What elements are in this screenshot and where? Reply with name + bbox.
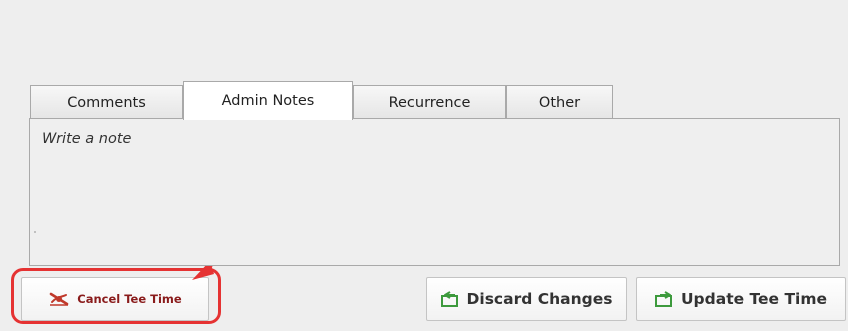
tab-recurrence-label: Recurrence xyxy=(388,94,471,111)
update-tee-time-label: Update Tee Time xyxy=(680,290,828,308)
discard-changes-button[interactable]: Discard Changes xyxy=(426,277,627,321)
tab-comments-label: Comments xyxy=(67,94,146,111)
tab-comments[interactable]: Comments xyxy=(30,85,183,119)
update-icon xyxy=(654,291,673,307)
cancel-tee-time-icon xyxy=(48,291,70,307)
tab-recurrence[interactable]: Recurrence xyxy=(353,85,506,119)
notes-panel: Comments Admin Notes Recurrence Other Wr… xyxy=(0,0,848,331)
tab-other[interactable]: Other xyxy=(506,85,613,119)
resize-handle-icon xyxy=(34,231,36,233)
update-tee-time-button[interactable]: Update Tee Time xyxy=(636,277,846,321)
note-placeholder: Write a note xyxy=(42,131,132,147)
cancel-tee-time-label: Cancel Tee Time xyxy=(77,292,182,306)
discard-icon xyxy=(440,291,459,307)
discard-changes-label: Discard Changes xyxy=(466,290,613,308)
tab-admin-notes[interactable]: Admin Notes xyxy=(183,81,353,120)
note-textarea[interactable]: Write a note xyxy=(29,118,840,266)
tab-admin-notes-label: Admin Notes xyxy=(221,93,315,109)
cancel-tee-time-button[interactable]: Cancel Tee Time xyxy=(21,277,209,321)
tab-other-label: Other xyxy=(538,94,581,111)
